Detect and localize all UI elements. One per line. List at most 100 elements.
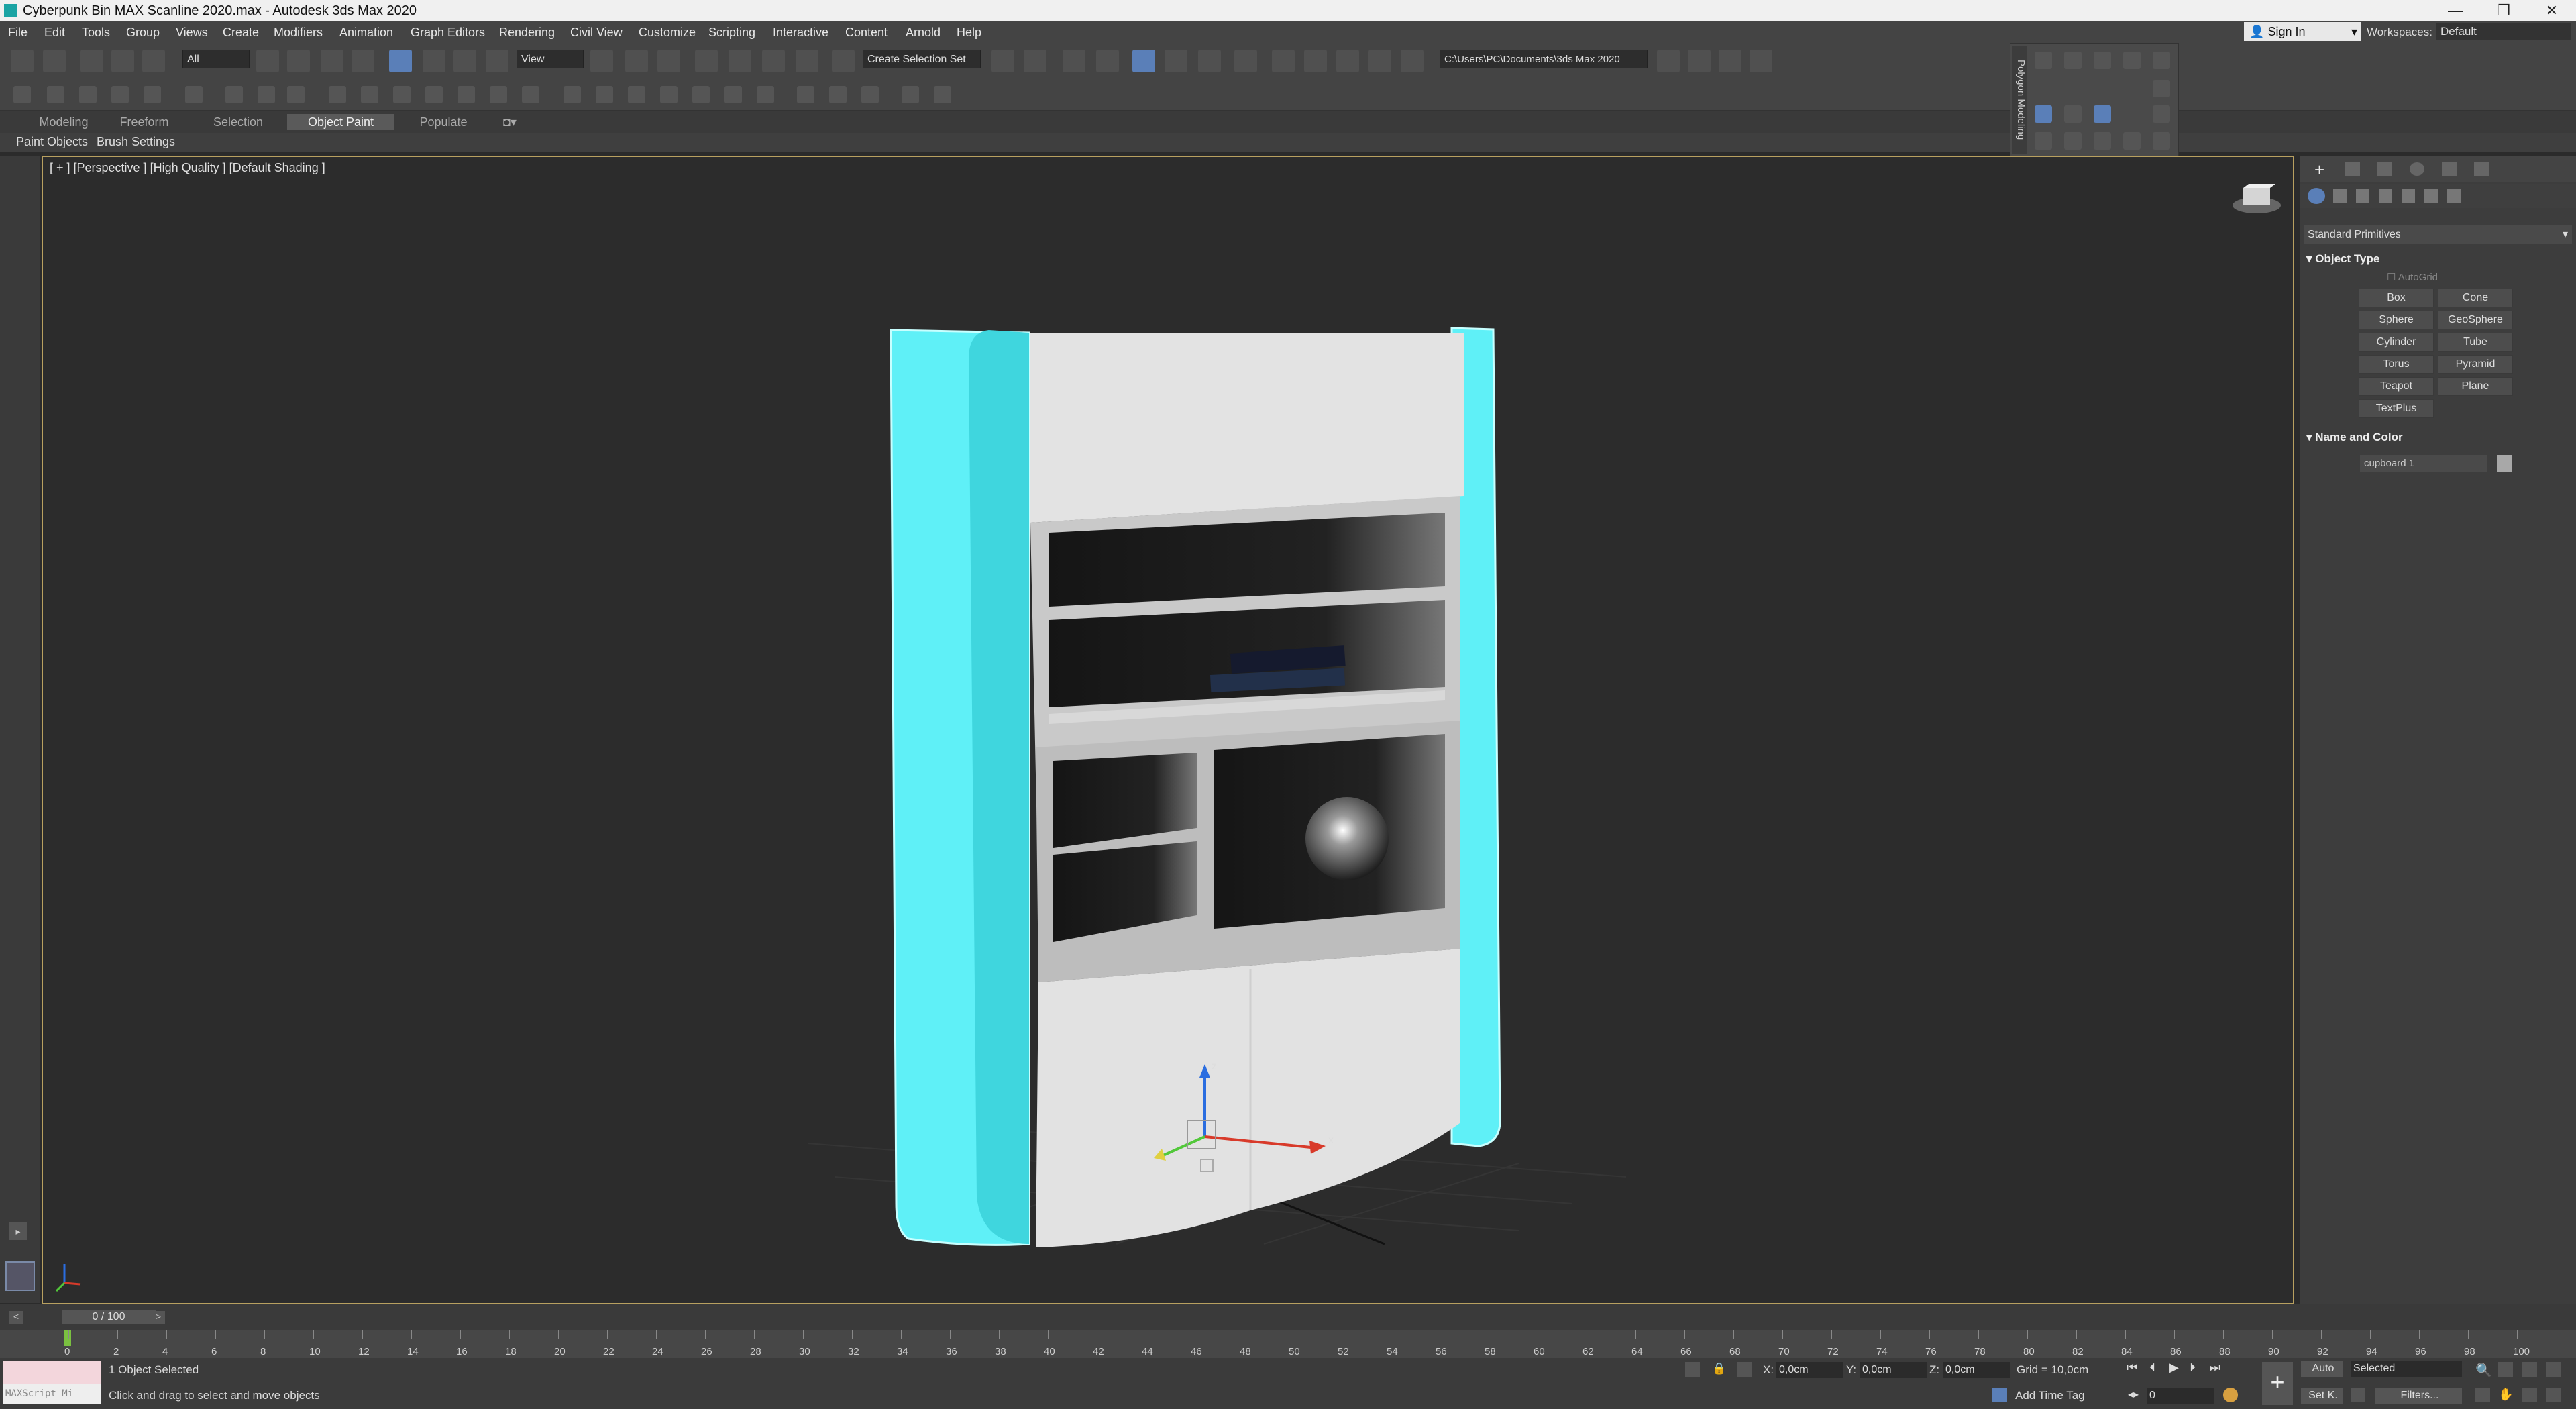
cone-button[interactable]: Cone	[2438, 289, 2513, 307]
light-icon[interactable]	[490, 86, 507, 103]
poly-tool-icon[interactable]	[2035, 132, 2052, 150]
play-icon[interactable]: ▶	[2169, 1361, 2179, 1375]
sign-in-dropdown[interactable]: 👤 Sign In ▾	[2244, 22, 2361, 41]
spline-icon[interactable]	[628, 86, 645, 103]
material-icon[interactable]	[757, 86, 774, 103]
snaps-toggle-icon[interactable]	[695, 50, 718, 72]
viewport-layout-icon[interactable]	[5, 1261, 35, 1291]
rect-selection-icon[interactable]	[321, 50, 343, 72]
goto-end-icon[interactable]: ⏭	[2210, 1361, 2220, 1375]
poly-tool-icon[interactable]	[2153, 132, 2170, 150]
select-by-name-icon[interactable]	[287, 50, 310, 72]
y-coordinate-field[interactable]: 0,0cm	[1860, 1362, 1927, 1378]
bone-icon[interactable]	[225, 86, 243, 103]
orbit-icon[interactable]	[2522, 1388, 2537, 1402]
edge-mode-icon[interactable]	[2064, 105, 2082, 123]
render-iterative-icon[interactable]	[1368, 50, 1391, 72]
geometry-icon[interactable]	[2308, 188, 2325, 204]
x-coordinate-field[interactable]: 0,0cm	[1776, 1362, 1843, 1378]
poly-tool-icon[interactable]	[2153, 105, 2170, 123]
layer-explorer-icon[interactable]	[1096, 50, 1119, 72]
time-slider[interactable]: 0 / 100	[62, 1310, 156, 1324]
pick-object-icon[interactable]	[47, 86, 64, 103]
pan-icon[interactable]: ✋	[2498, 1388, 2513, 1402]
ribbon-toggle-icon[interactable]	[1132, 50, 1155, 72]
box-button[interactable]: Box	[2359, 289, 2434, 307]
cameras-icon[interactable]	[2379, 189, 2392, 203]
next-frame-icon[interactable]: ⏵	[2190, 1361, 2196, 1375]
auto-key-button[interactable]: Auto	[2301, 1361, 2343, 1377]
menu-content[interactable]: Content	[845, 25, 888, 40]
torus-prim-icon[interactable]	[425, 86, 443, 103]
schematic-view-icon[interactable]	[1198, 50, 1221, 72]
list-icon[interactable]	[111, 86, 129, 103]
select-rotate-icon[interactable]	[423, 50, 445, 72]
bind-spacewarp-icon[interactable]	[142, 50, 165, 72]
poly-tool-icon[interactable]	[2064, 52, 2082, 69]
menu-modifiers[interactable]: Modifiers	[274, 25, 323, 40]
hierarchy-tab-icon[interactable]	[2377, 162, 2392, 176]
curve-editor-icon[interactable]	[1165, 50, 1187, 72]
add-time-tag[interactable]: Add Time Tag	[2015, 1389, 2085, 1402]
autogrid-checkbox[interactable]: ☐ AutoGrid	[2387, 271, 2438, 283]
unlink-icon[interactable]	[111, 50, 134, 72]
key-filter-dropdown[interactable]: Selected	[2351, 1361, 2462, 1377]
ribbon-options-icon[interactable]: ◘▾	[496, 114, 523, 130]
tab-freeform[interactable]: Freeform	[107, 114, 181, 130]
motion-tab-icon[interactable]	[2410, 162, 2424, 176]
sphere-shaded-icon[interactable]	[797, 86, 814, 103]
mirror-icon[interactable]	[991, 50, 1014, 72]
maxscript-input[interactable]: MAXScript Mi	[3, 1384, 101, 1404]
link-icon[interactable]	[80, 50, 103, 72]
layers-icon[interactable]	[144, 86, 161, 103]
helpers-icon[interactable]	[2402, 189, 2415, 203]
tab-object-paint[interactable]: Object Paint	[287, 114, 394, 130]
workspace-dropdown[interactable]: Default	[2436, 23, 2571, 40]
brush-settings-label[interactable]: Brush Settings	[97, 135, 175, 149]
key-mode-icon[interactable]	[2351, 1388, 2365, 1402]
box-prim-icon[interactable]	[329, 86, 346, 103]
auto-backup-icon[interactable]	[1750, 50, 1772, 72]
cylinder-prim-icon[interactable]	[393, 86, 411, 103]
zoom-extents-all-icon[interactable]	[2546, 1362, 2561, 1377]
help-circle-icon[interactable]	[934, 86, 951, 103]
tab-modeling[interactable]: Modeling	[27, 114, 101, 130]
menu-civil-view[interactable]: Civil View	[570, 25, 623, 40]
timeline-ruler[interactable]: 0 2 4 6 8 10 12 14 16 18 20 22 24 26 28 30 32 34 36 38 40 42 4…	[0, 1330, 2576, 1358]
edit-named-sets-icon[interactable]	[832, 50, 855, 72]
select-object-icon[interactable]	[256, 50, 279, 72]
time-tag-icon[interactable]	[1992, 1388, 2007, 1402]
menu-group[interactable]: Group	[126, 25, 160, 40]
sphere-prim-icon[interactable]	[361, 86, 378, 103]
spinner-snap-icon[interactable]	[796, 50, 818, 72]
object-color-swatch[interactable]	[2497, 455, 2512, 472]
close-button[interactable]: ✕	[2532, 1, 2572, 20]
menu-views[interactable]: Views	[176, 25, 208, 40]
border-mode-icon[interactable]	[2094, 105, 2111, 123]
open-recent-icon[interactable]	[1719, 50, 1741, 72]
time-config-icon[interactable]	[2223, 1388, 2238, 1402]
open-explorer-icon[interactable]	[1688, 50, 1711, 72]
menu-graph-editors[interactable]: Graph Editors	[411, 25, 485, 40]
selection-set-dropdown[interactable]: Create Selection Set	[863, 50, 981, 68]
poly-tool-icon[interactable]	[2064, 132, 2082, 150]
poly-tool-icon[interactable]	[2094, 132, 2111, 150]
select-move-icon[interactable]	[389, 50, 412, 72]
poly-tool-icon[interactable]	[2123, 132, 2141, 150]
tab-selection[interactable]: Selection	[201, 114, 275, 130]
poly-tool-icon[interactable]	[2153, 80, 2170, 97]
paint-objects-label[interactable]: Paint Objects	[16, 135, 88, 149]
menu-customize[interactable]: Customize	[639, 25, 696, 40]
poly-tool-icon[interactable]	[2035, 52, 2052, 69]
object-type-rollout[interactable]: ▾ Object Type	[2306, 252, 2568, 266]
filters-button[interactable]: Filters...	[2375, 1388, 2462, 1404]
paint-brush-icon[interactable]	[13, 86, 31, 103]
vertex-mode-icon[interactable]	[2035, 105, 2052, 123]
display-tab-icon[interactable]	[2442, 162, 2457, 176]
project-folder-dropdown[interactable]: C:\Users\PC\Documents\3ds Max 2020	[1440, 50, 1648, 68]
selection-filter-dropdown[interactable]: All	[182, 50, 250, 68]
select-place-icon[interactable]	[486, 50, 508, 72]
systems-icon[interactable]	[2447, 189, 2461, 203]
keyboard-shortcut-icon[interactable]	[657, 50, 680, 72]
redo-icon[interactable]	[43, 50, 66, 72]
